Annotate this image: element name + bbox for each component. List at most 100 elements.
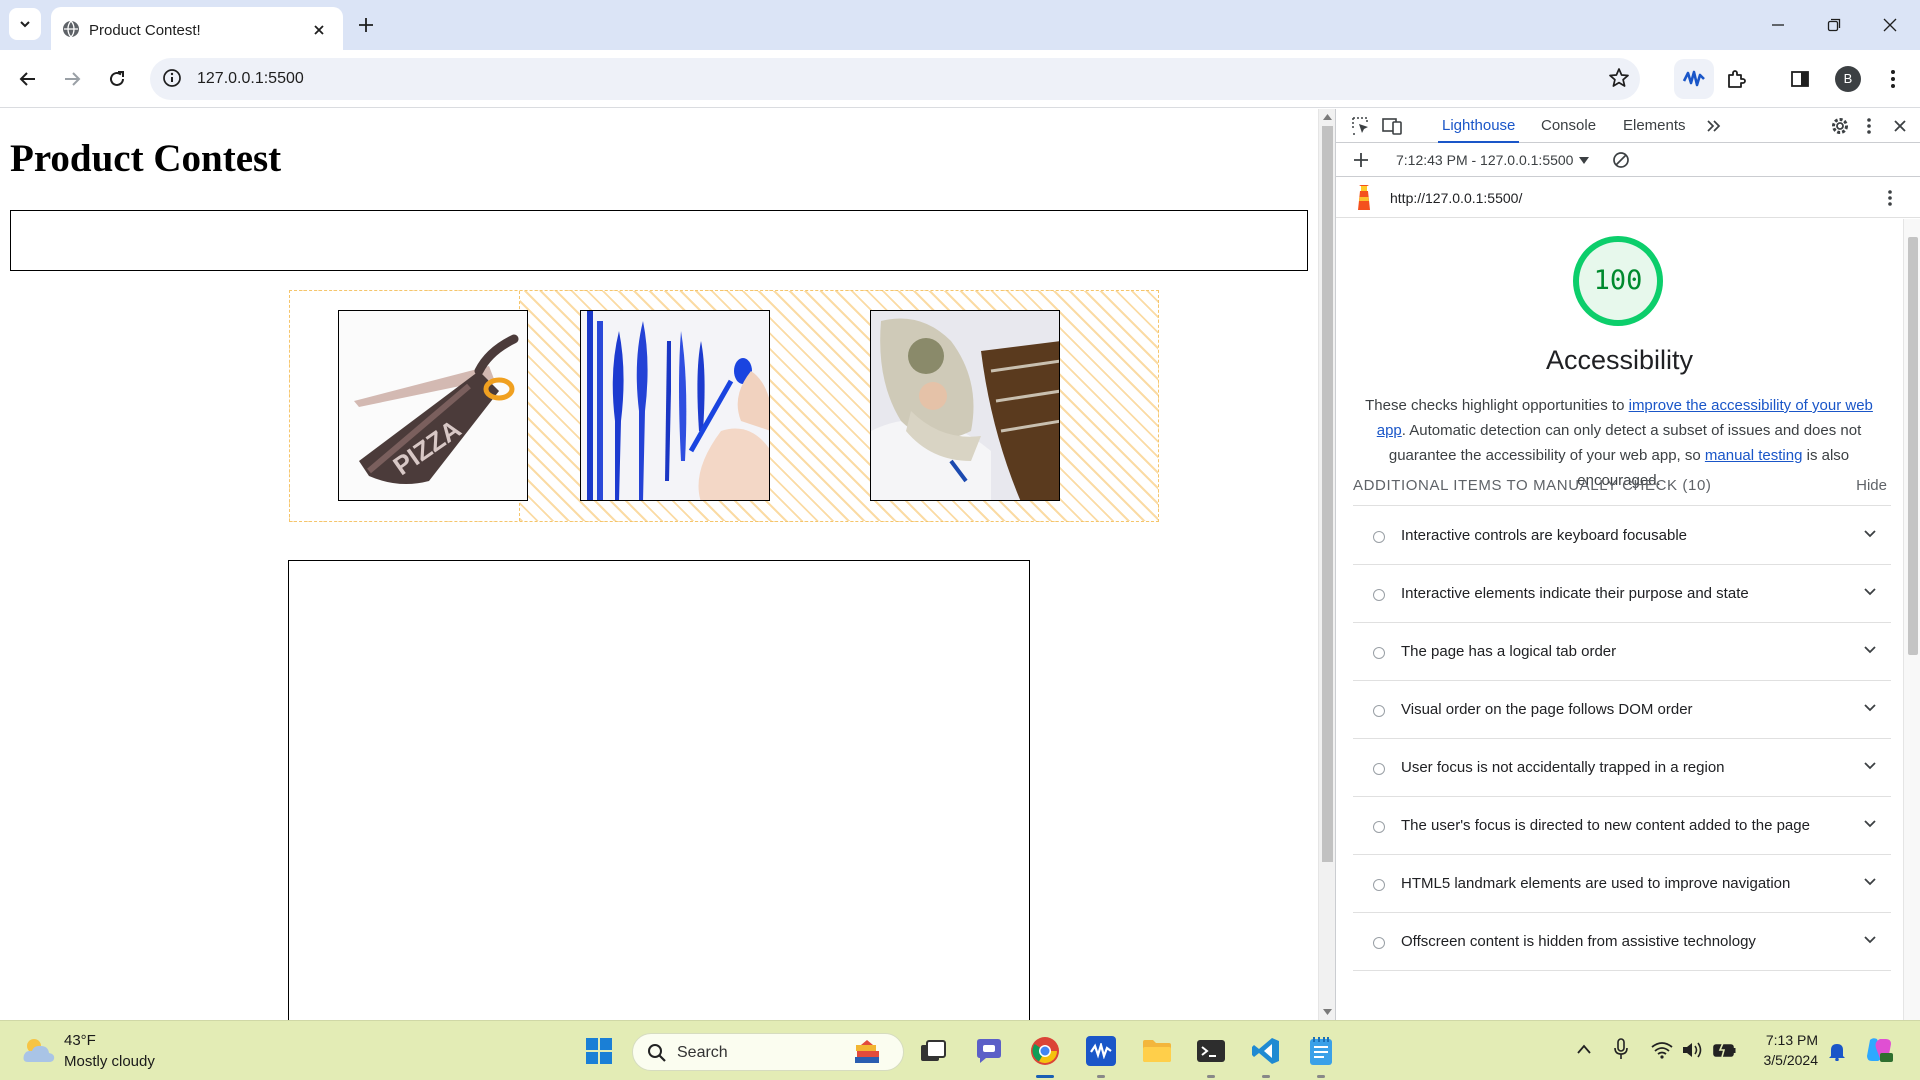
notification-bell-icon[interactable] [1828, 1041, 1846, 1061]
lighthouse-toolbar: 7:12:43 PM - 127.0.0.1:5500 [1336, 143, 1920, 177]
chevron-down-icon[interactable] [1863, 645, 1877, 655]
globe-icon [63, 20, 79, 38]
scroll-up-arrow-icon[interactable] [1323, 114, 1332, 120]
address-bar[interactable]: 127.0.0.1:5500 [150, 58, 1640, 100]
audit-item[interactable]: Interactive elements indicate their purp… [1353, 565, 1891, 623]
profile-button[interactable]: B [1832, 63, 1864, 95]
sleeping-bag-image [871, 311, 1059, 500]
kebab-menu-icon[interactable] [1887, 189, 1893, 207]
scroll-down-arrow-icon[interactable] [1323, 1009, 1332, 1015]
info-icon[interactable] [162, 68, 182, 88]
device-toolbar-button[interactable] [1382, 115, 1404, 137]
puzzle-icon [1728, 70, 1746, 88]
more-tabs-button[interactable] [1703, 115, 1725, 137]
audit-item[interactable]: The page has a logical tab order [1353, 623, 1891, 681]
product-image-pizza-scissors[interactable]: PIZZA [338, 310, 528, 501]
new-report-button[interactable] [1350, 149, 1372, 171]
start-button[interactable] [579, 1031, 619, 1071]
devtools-scrollbar-thumb[interactable] [1908, 237, 1918, 655]
manual-check-group-header[interactable]: ADDITIONAL ITEMS TO MANUALLY CHECK (10) … [1353, 462, 1891, 506]
reload-icon [110, 71, 124, 86]
page-scrollbar[interactable] [1318, 109, 1335, 1020]
back-button[interactable] [12, 63, 44, 95]
block-icon [1613, 152, 1629, 168]
chevron-down-icon[interactable] [1863, 819, 1877, 829]
chevron-down-icon[interactable] [1863, 529, 1877, 539]
wave-extension-button[interactable] [1674, 59, 1714, 99]
copilot-icon[interactable] [1864, 1036, 1894, 1064]
clear-reports-button[interactable] [1610, 149, 1632, 171]
close-window-button[interactable] [1862, 0, 1918, 50]
inspect-element-button[interactable] [1350, 115, 1372, 137]
audit-item[interactable]: HTML5 landmark elements are used to impr… [1353, 855, 1891, 913]
arrow-right-icon [65, 72, 81, 86]
report-selector[interactable]: 7:12:43 PM - 127.0.0.1:5500 [1396, 152, 1590, 168]
notepad-button[interactable] [1301, 1031, 1341, 1071]
wifi-icon[interactable] [1651, 1041, 1673, 1059]
clock-date[interactable]: 3/5/2024 [1752, 1052, 1819, 1068]
audit-item[interactable]: Interactive controls are keyboard focusa… [1353, 507, 1891, 565]
reload-button[interactable] [101, 63, 133, 95]
terminal-button[interactable] [1191, 1031, 1231, 1071]
browser-menu-button[interactable] [1877, 63, 1909, 95]
hide-toggle[interactable]: Hide [1856, 477, 1887, 494]
chevron-down-icon[interactable] [1863, 703, 1877, 713]
product-image-blue-cutlery[interactable] [580, 310, 770, 501]
devtools-tab-lighthouse[interactable]: Lighthouse [1438, 109, 1520, 143]
devtools-settings-button[interactable] [1829, 115, 1851, 137]
tab-close-button[interactable] [307, 18, 331, 42]
devtools-tab-elements[interactable]: Elements [1619, 109, 1690, 143]
chrome-taskbar-button[interactable] [1025, 1031, 1065, 1071]
product-gallery: PIZZA [289, 290, 1159, 522]
devtools-close-button[interactable] [1889, 115, 1911, 137]
extensions-button[interactable] [1720, 63, 1752, 95]
weather-description[interactable]: Mostly cloudy [64, 1053, 155, 1070]
wave-app-button[interactable] [1081, 1031, 1121, 1071]
main-content-box [288, 560, 1030, 1020]
tab-search-button[interactable] [9, 8, 41, 40]
audit-item[interactable]: The user's focus is directed to new cont… [1353, 797, 1891, 855]
vscode-button[interactable] [1246, 1031, 1286, 1071]
chevron-down-icon[interactable] [1863, 587, 1877, 597]
devtools-menu-button[interactable] [1858, 115, 1880, 137]
restore-button[interactable] [1806, 0, 1862, 50]
audit-item[interactable]: Offscreen content is hidden from assisti… [1353, 913, 1891, 971]
audit-title: Offscreen content is hidden from assisti… [1401, 933, 1756, 950]
new-tab-button[interactable] [352, 11, 380, 39]
minimize-button[interactable] [1750, 0, 1806, 50]
side-panel-button[interactable] [1784, 63, 1816, 95]
clock-time[interactable]: 7:13 PM [1752, 1032, 1818, 1048]
chevron-down-icon[interactable] [1863, 877, 1877, 887]
cloudy-weather-icon[interactable] [22, 1036, 56, 1066]
audit-title: Interactive controls are keyboard focusa… [1401, 527, 1687, 544]
audit-item[interactable]: User focus is not accidentally trapped i… [1353, 739, 1891, 797]
battery-icon[interactable] [1713, 1041, 1737, 1059]
microphone-icon[interactable] [1614, 1038, 1628, 1060]
star-icon[interactable] [1608, 67, 1630, 89]
product-image-sleeping-bag[interactable] [870, 310, 1060, 501]
gallery-cell [870, 291, 1160, 521]
chevron-down-icon[interactable] [1863, 761, 1877, 771]
devtools-tab-console[interactable]: Console [1537, 109, 1600, 143]
task-view-button[interactable] [913, 1031, 953, 1071]
chevron-up-icon[interactable] [1576, 1043, 1592, 1055]
manual-audit-circle-icon [1373, 647, 1385, 659]
file-explorer-button[interactable] [1137, 1031, 1177, 1071]
caret-down-icon [1579, 157, 1590, 165]
page-scrollbar-thumb[interactable] [1322, 126, 1333, 862]
forward-button[interactable] [56, 63, 88, 95]
volume-icon[interactable] [1681, 1041, 1703, 1059]
devtools-scrollbar[interactable] [1903, 219, 1920, 1020]
browser-toolbar: 127.0.0.1:5500 B [0, 50, 1920, 108]
chevron-down-icon[interactable] [1863, 935, 1877, 945]
weather-temperature[interactable]: 43°F [64, 1032, 96, 1049]
books-search-highlight-icon [855, 1040, 879, 1063]
gear-icon [1832, 118, 1848, 134]
double-chevron-right-icon [1707, 120, 1721, 132]
audit-item[interactable]: Visual order on the page follows DOM ord… [1353, 681, 1891, 739]
browser-tab[interactable]: Product Contest! [51, 7, 343, 50]
teams-chat-button[interactable] [969, 1031, 1009, 1071]
score-value: 100 [1593, 265, 1643, 296]
taskbar-search-box[interactable]: Search [632, 1033, 904, 1071]
url-text[interactable]: 127.0.0.1:5500 [197, 70, 304, 88]
